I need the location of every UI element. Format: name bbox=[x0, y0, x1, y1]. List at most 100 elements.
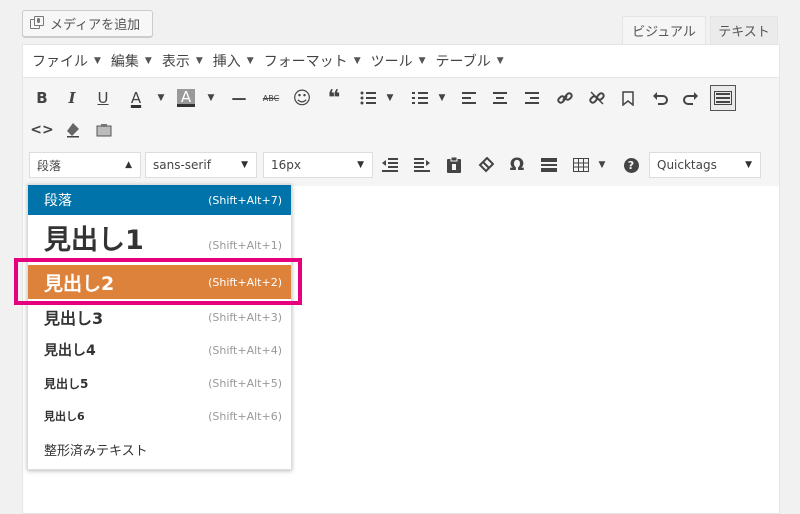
caret-down-icon: ▼ bbox=[357, 160, 364, 170]
underline-button[interactable]: U bbox=[90, 85, 116, 111]
format-option-h1[interactable]: 見出し1 (Shift+Alt+1) bbox=[28, 215, 291, 259]
undo-icon bbox=[653, 92, 668, 105]
hr-button[interactable]: — bbox=[226, 85, 252, 111]
indent-icon bbox=[414, 158, 430, 172]
bg-color-caret[interactable]: ▼ bbox=[198, 85, 224, 111]
font-family-select[interactable]: sans-serif ▼ bbox=[145, 152, 257, 178]
number-list-caret[interactable]: ▼ bbox=[429, 85, 455, 111]
media-add-icon bbox=[30, 16, 45, 31]
paste-text-button[interactable] bbox=[91, 117, 117, 143]
caret-up-icon: ▲ bbox=[125, 160, 132, 170]
caret-down-icon: ▼ bbox=[144, 56, 152, 66]
menu-file[interactable]: ファイル ▼ bbox=[32, 51, 101, 71]
read-more-button[interactable] bbox=[615, 85, 641, 111]
strikethrough-button[interactable]: ABC bbox=[258, 85, 284, 111]
align-center-icon bbox=[493, 92, 507, 104]
align-left-icon bbox=[462, 92, 476, 104]
table-icon bbox=[573, 158, 589, 172]
code-button[interactable]: <> bbox=[29, 117, 55, 143]
format-option-h3[interactable]: 見出し3 (Shift+Alt+3) bbox=[28, 302, 291, 332]
tab-visual[interactable]: ビジュアル bbox=[622, 16, 706, 44]
highlight-frame bbox=[14, 258, 302, 305]
italic-button[interactable]: I bbox=[59, 85, 85, 111]
align-left-button[interactable] bbox=[456, 85, 482, 111]
unlink-button[interactable] bbox=[584, 85, 610, 111]
page-break-button[interactable] bbox=[536, 152, 562, 178]
caret-down-icon: ▼ bbox=[353, 56, 361, 66]
number-list-icon bbox=[412, 92, 428, 104]
caret-down-icon: ▼ bbox=[496, 56, 504, 66]
outdent-button[interactable] bbox=[377, 152, 403, 178]
caret-down-icon: ▼ bbox=[241, 160, 248, 170]
format-option-shortcut: (Shift+Alt+7) bbox=[208, 193, 282, 207]
page-break-icon bbox=[541, 158, 557, 172]
add-media-button[interactable]: メディアを追加 bbox=[22, 10, 153, 37]
menu-table[interactable]: テーブル ▼ bbox=[436, 51, 504, 71]
format-option-label: 見出し6 bbox=[44, 410, 85, 423]
format-option-h5[interactable]: 見出し5 (Shift+Alt+5) bbox=[28, 368, 291, 398]
toolbar-toggle-button[interactable] bbox=[710, 85, 736, 111]
format-option-label: 段落 bbox=[44, 193, 72, 209]
format-option-label: 見出し4 bbox=[44, 343, 96, 359]
insert-link-button[interactable] bbox=[552, 85, 578, 111]
menu-tools[interactable]: ツール ▼ bbox=[371, 51, 426, 71]
caret-down-icon: ▼ bbox=[745, 160, 752, 170]
menu-view[interactable]: 表示 ▼ bbox=[162, 51, 203, 71]
font-size-value: 16px bbox=[271, 158, 301, 172]
clear-formatting-button[interactable] bbox=[473, 152, 499, 178]
quicktags-select[interactable]: Quicktags ▼ bbox=[649, 152, 761, 178]
menu-format[interactable]: フォーマット ▼ bbox=[264, 51, 361, 71]
unlink-icon bbox=[589, 91, 605, 105]
keyboard-icon bbox=[714, 91, 732, 105]
text-color-button[interactable]: A bbox=[123, 85, 149, 111]
tab-text[interactable]: テキスト bbox=[710, 16, 778, 44]
special-char-button[interactable]: Ω bbox=[504, 152, 530, 178]
caret-down-icon: ▼ bbox=[207, 93, 215, 103]
caret-down-icon: ▼ bbox=[94, 56, 101, 66]
caret-down-icon: ▼ bbox=[195, 56, 203, 66]
font-family-value: sans-serif bbox=[153, 158, 211, 172]
format-option-h6[interactable]: 見出し6 (Shift+Alt+6) bbox=[28, 401, 291, 431]
link-icon bbox=[557, 92, 573, 104]
menubar: ファイル ▼ 編集 ▼ 表示 ▼ 挿入 ▼ フォーマット ▼ ツール ▼ テーブル ▼ bbox=[23, 45, 779, 77]
align-right-icon bbox=[525, 92, 539, 104]
clear-format-button[interactable] bbox=[60, 117, 86, 143]
format-option-shortcut: (Shift+Alt+4) bbox=[208, 343, 282, 357]
emoticon-button[interactable]: ☺ bbox=[289, 85, 315, 111]
paste-icon bbox=[96, 124, 112, 137]
quicktags-value: Quicktags bbox=[657, 158, 717, 172]
bold-button[interactable]: B bbox=[29, 85, 55, 111]
menu-label: ツール bbox=[370, 54, 413, 70]
undo-button[interactable] bbox=[647, 85, 673, 111]
menu-label: フォーマット bbox=[263, 54, 348, 70]
blockquote-button[interactable]: ❝ bbox=[321, 85, 347, 111]
help-button[interactable]: ? bbox=[618, 152, 644, 178]
bg-color-button[interactable]: A bbox=[173, 85, 199, 111]
caret-down-icon: ▼ bbox=[438, 93, 446, 103]
caret-down-icon: ▼ bbox=[386, 93, 394, 103]
menu-insert[interactable]: 挿入 ▼ bbox=[213, 51, 254, 71]
redo-icon bbox=[683, 92, 698, 105]
bookmark-icon bbox=[622, 90, 634, 106]
align-right-button[interactable] bbox=[519, 85, 545, 111]
menu-label: 表示 bbox=[161, 54, 190, 70]
omega-icon: Ω bbox=[509, 155, 525, 175]
format-option-preformatted[interactable]: 整形済みテキスト bbox=[28, 434, 291, 464]
redo-button[interactable] bbox=[678, 85, 704, 111]
menu-edit[interactable]: 編集 ▼ bbox=[111, 51, 152, 71]
format-option-paragraph[interactable]: 段落 (Shift+Alt+7) bbox=[28, 185, 291, 215]
format-option-shortcut: (Shift+Alt+1) bbox=[208, 239, 282, 252]
text-color-caret[interactable]: ▼ bbox=[148, 85, 174, 111]
code-icon: <> bbox=[30, 122, 54, 138]
indent-button[interactable] bbox=[409, 152, 435, 178]
format-option-h4[interactable]: 見出し4 (Shift+Alt+4) bbox=[28, 335, 291, 365]
menu-label: ファイル bbox=[32, 54, 88, 70]
paste-as-text-button[interactable] bbox=[441, 152, 467, 178]
font-size-select[interactable]: 16px ▼ bbox=[263, 152, 373, 178]
format-select-value: 段落 bbox=[37, 158, 62, 173]
table-caret[interactable]: ▼ bbox=[589, 152, 615, 178]
align-center-button[interactable] bbox=[487, 85, 513, 111]
bg-color-swatch: A bbox=[177, 88, 195, 107]
bullet-list-caret[interactable]: ▼ bbox=[377, 85, 403, 111]
format-select[interactable]: 段落 ▲ bbox=[29, 152, 141, 178]
